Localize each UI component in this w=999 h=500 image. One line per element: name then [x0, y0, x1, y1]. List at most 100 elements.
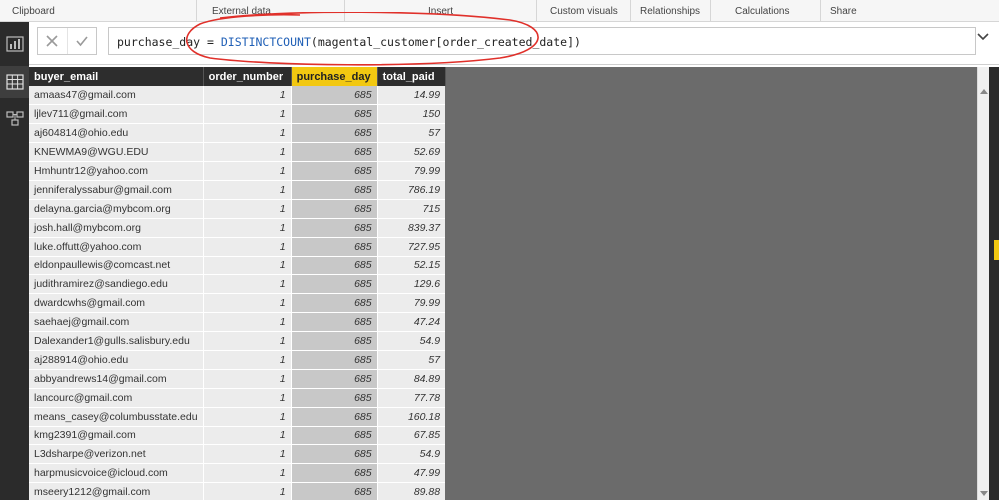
report-view-button[interactable] [0, 28, 29, 60]
cell-order-number[interactable]: 1 [202, 369, 292, 389]
column-header-purchase-day[interactable]: purchase_day [291, 67, 378, 86]
cell-total-paid[interactable]: 47.99 [376, 463, 446, 484]
cell-purchase-day[interactable]: 685 [290, 123, 378, 144]
column-header-order-number[interactable]: order_number [203, 67, 292, 86]
table-row[interactable]: judithramirez@sandiego.edu 1 685 129.6 [29, 274, 446, 295]
cell-purchase-day[interactable]: 685 [290, 426, 378, 446]
cell-total-paid[interactable]: 129.6 [376, 274, 446, 295]
cell-purchase-day[interactable]: 685 [290, 350, 378, 370]
table-row[interactable]: Dalexander1@gulls.salisbury.edu 1 685 54.9 [29, 331, 446, 351]
table-row[interactable]: abbyandrews14@gmail.com 1 685 84.89 [29, 369, 446, 389]
cell-purchase-day[interactable]: 685 [290, 256, 378, 276]
cell-purchase-day[interactable]: 685 [290, 407, 378, 427]
table-row[interactable]: eldonpaullewis@comcast.net 1 685 52.15 [29, 256, 446, 276]
cell-purchase-day[interactable]: 685 [290, 369, 378, 389]
cell-buyer-email[interactable]: Dalexander1@gulls.salisbury.edu [29, 331, 204, 351]
cell-total-paid[interactable]: 52.15 [376, 256, 446, 276]
cell-order-number[interactable]: 1 [202, 199, 292, 219]
cell-total-paid[interactable]: 160.18 [376, 407, 446, 427]
cell-buyer-email[interactable]: lancourc@gmail.com [29, 388, 204, 408]
cell-order-number[interactable]: 1 [202, 161, 292, 181]
table-row[interactable]: luke.offutt@yahoo.com 1 685 727.95 [29, 237, 446, 257]
vertical-scrollbar[interactable] [977, 67, 989, 500]
cell-purchase-day[interactable]: 685 [290, 388, 378, 408]
cell-total-paid[interactable]: 54.9 [376, 444, 446, 465]
table-row[interactable]: harpmusicvoice@icloud.com 1 685 47.99 [29, 463, 446, 484]
table-row[interactable]: mseery1212@gmail.com 1 685 89.88 [29, 482, 446, 500]
cell-order-number[interactable]: 1 [202, 123, 292, 144]
cell-order-number[interactable]: 1 [202, 444, 292, 465]
cell-total-paid[interactable]: 57 [376, 350, 446, 370]
table-row[interactable]: ljlev711@gmail.com 1 685 150 [29, 104, 446, 125]
cell-purchase-day[interactable]: 685 [290, 180, 378, 200]
cell-purchase-day[interactable]: 685 [290, 218, 378, 238]
table-row[interactable]: KNEWMA9@WGU.EDU 1 685 52.69 [29, 142, 446, 163]
column-header-buyer-email[interactable]: buyer_email [29, 67, 204, 86]
cell-order-number[interactable]: 1 [202, 142, 292, 163]
cell-buyer-email[interactable]: eldonpaullewis@comcast.net [29, 256, 204, 276]
cell-total-paid[interactable]: 57 [376, 123, 446, 144]
table-row[interactable]: kmg2391@gmail.com 1 685 67.85 [29, 426, 446, 446]
cancel-formula-button[interactable] [38, 28, 67, 54]
cell-total-paid[interactable]: 839.37 [376, 218, 446, 238]
cell-order-number[interactable]: 1 [202, 350, 292, 370]
cell-buyer-email[interactable]: mseery1212@gmail.com [29, 482, 204, 500]
cell-order-number[interactable]: 1 [202, 463, 292, 484]
cell-purchase-day[interactable]: 685 [290, 237, 378, 257]
table-row[interactable]: saehaej@gmail.com 1 685 47.24 [29, 312, 446, 333]
cell-buyer-email[interactable]: aj604814@ohio.edu [29, 123, 204, 144]
cell-total-paid[interactable]: 89.88 [376, 482, 446, 500]
table-row[interactable]: means_casey@columbusstate.edu 1 685 160.18 [29, 407, 446, 427]
commit-formula-button[interactable] [66, 28, 96, 54]
table-row[interactable]: aj288914@ohio.edu 1 685 57 [29, 350, 446, 370]
cell-buyer-email[interactable]: kmg2391@gmail.com [29, 426, 204, 446]
formula-input[interactable]: purchase_day = DISTINCTCOUNT(magental_cu… [108, 27, 976, 55]
cell-total-paid[interactable]: 79.99 [376, 293, 446, 314]
cell-total-paid[interactable]: 715 [376, 199, 446, 219]
cell-total-paid[interactable]: 77.78 [376, 388, 446, 408]
cell-buyer-email[interactable]: Hmhuntr12@yahoo.com [29, 161, 204, 181]
cell-order-number[interactable]: 1 [202, 256, 292, 276]
cell-total-paid[interactable]: 54.9 [376, 331, 446, 351]
cell-buyer-email[interactable]: amaas47@gmail.com [29, 86, 204, 106]
cell-buyer-email[interactable]: aj288914@ohio.edu [29, 350, 204, 370]
cell-purchase-day[interactable]: 685 [290, 331, 378, 351]
cell-total-paid[interactable]: 727.95 [376, 237, 446, 257]
cell-total-paid[interactable]: 14.99 [376, 86, 446, 106]
cell-buyer-email[interactable]: ljlev711@gmail.com [29, 104, 204, 125]
table-row[interactable]: delayna.garcia@mybcom.org 1 685 715 [29, 199, 446, 219]
cell-buyer-email[interactable]: L3dsharpe@verizon.net [29, 444, 204, 465]
cell-buyer-email[interactable]: delayna.garcia@mybcom.org [29, 199, 204, 219]
cell-buyer-email[interactable]: jenniferalyssabur@gmail.com [29, 180, 204, 200]
cell-purchase-day[interactable]: 685 [290, 482, 378, 500]
cell-order-number[interactable]: 1 [202, 312, 292, 333]
cell-purchase-day[interactable]: 685 [290, 293, 378, 314]
cell-purchase-day[interactable]: 685 [290, 161, 378, 181]
cell-order-number[interactable]: 1 [202, 237, 292, 257]
table-row[interactable]: Hmhuntr12@yahoo.com 1 685 79.99 [29, 161, 446, 181]
cell-order-number[interactable]: 1 [202, 407, 292, 427]
cell-order-number[interactable]: 1 [202, 293, 292, 314]
cell-total-paid[interactable]: 84.89 [376, 369, 446, 389]
relationships-view-button[interactable] [0, 102, 29, 134]
cell-purchase-day[interactable]: 685 [290, 142, 378, 163]
cell-purchase-day[interactable]: 685 [290, 274, 378, 295]
table-row[interactable]: L3dsharpe@verizon.net 1 685 54.9 [29, 444, 446, 465]
cell-order-number[interactable]: 1 [202, 104, 292, 125]
table-row[interactable]: jenniferalyssabur@gmail.com 1 685 786.19 [29, 180, 446, 200]
table-row[interactable]: amaas47@gmail.com 1 685 14.99 [29, 86, 446, 106]
data-view-button[interactable] [0, 66, 29, 98]
cell-purchase-day[interactable]: 685 [290, 86, 378, 106]
pane-collapse-marker[interactable] [994, 240, 999, 260]
cell-total-paid[interactable]: 786.19 [376, 180, 446, 200]
table-row[interactable]: lancourc@gmail.com 1 685 77.78 [29, 388, 446, 408]
expand-formula-button[interactable] [974, 28, 992, 46]
table-row[interactable]: josh.hall@mybcom.org 1 685 839.37 [29, 218, 446, 238]
cell-total-paid[interactable]: 47.24 [376, 312, 446, 333]
cell-order-number[interactable]: 1 [202, 218, 292, 238]
table-row[interactable]: dwardcwhs@gmail.com 1 685 79.99 [29, 293, 446, 314]
table-row[interactable]: aj604814@ohio.edu 1 685 57 [29, 123, 446, 144]
cell-total-paid[interactable]: 79.99 [376, 161, 446, 181]
cell-order-number[interactable]: 1 [202, 274, 292, 295]
cell-buyer-email[interactable]: dwardcwhs@gmail.com [29, 293, 204, 314]
